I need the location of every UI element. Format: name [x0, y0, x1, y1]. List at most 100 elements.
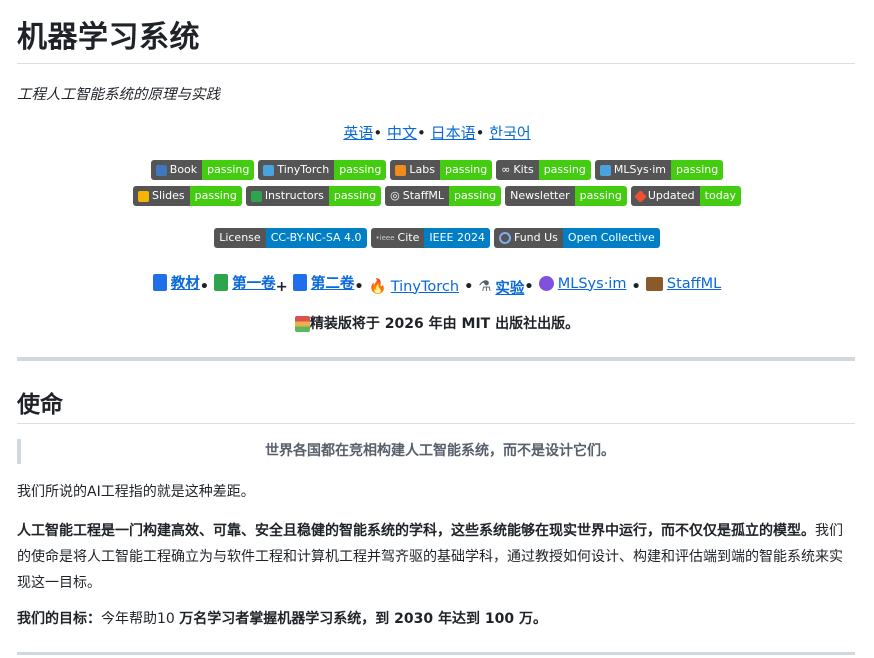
nav-separator: •	[524, 279, 534, 295]
badge-value: passing	[189, 186, 242, 206]
badge-row-status: Book passing TinyTorch passing Labs passing…	[0, 160, 874, 180]
title-divider	[17, 63, 855, 64]
lang-link-english[interactable]: 英语	[343, 124, 373, 142]
nav-link[interactable]: MLSys·im	[558, 276, 627, 292]
book-icon	[155, 164, 167, 176]
nav-link[interactable]: TinyTorch	[391, 279, 459, 295]
badge-slides[interactable]: Slides passing	[133, 186, 242, 206]
badge-tinytorch[interactable]: TinyTorch passing	[258, 160, 387, 180]
crystal-ball-icon	[538, 276, 554, 291]
badge-license[interactable]: License CC-BY-NC-SA 4.0	[214, 228, 367, 248]
badge-value: IEEE 2024	[424, 228, 490, 248]
nav-item-volume-1[interactable]: 第一卷	[214, 272, 276, 293]
badge-kits[interactable]: ∞ Kits passing	[496, 160, 591, 180]
target-icon: ◎	[390, 189, 400, 202]
badge-value: CC-BY-NC-SA 4.0	[265, 228, 367, 248]
badge-label: Updated	[647, 189, 695, 202]
heading-divider	[17, 423, 855, 424]
lang-separator: •	[475, 124, 485, 142]
nav-separator: •	[199, 279, 210, 295]
goal-emphasis: 万名学习者掌握机器学习系统	[179, 611, 362, 627]
publication-notice: 精装版将于 2026 年由 MIT 出版社出版。	[0, 313, 874, 333]
paragraph-gap: 我们所说的AI工程指的就是这种差距。	[17, 484, 255, 500]
nav-item-textbook[interactable]: 教材	[152, 272, 200, 293]
badge-newsletter[interactable]: Newsletter passing	[505, 186, 627, 206]
badge-value: passing	[439, 160, 493, 180]
goal-label: 我们的目标：	[17, 611, 101, 627]
nav-item-tinytorch[interactable]: 🔥 TinyTorch	[368, 278, 459, 296]
lang-link-chinese[interactable]: 中文	[387, 124, 417, 142]
lang-separator: •	[416, 124, 426, 142]
paragraph-mission: 人工智能工程是一门构建高效、可靠、安全且稳健的智能系统的学科，这些系统能够在现实…	[17, 518, 855, 596]
lang-link-korean[interactable]: 한국어	[489, 124, 530, 142]
git-icon	[633, 189, 647, 203]
nav-item-volume-2[interactable]: 第二卷	[292, 272, 355, 293]
nav-separator: +	[275, 279, 288, 295]
nav-item-staffml[interactable]: StaffML	[645, 276, 721, 292]
books-icon	[294, 316, 310, 332]
section-divider-bottom	[17, 652, 855, 655]
subtitle: 工程人工智能系统的原理与实践	[17, 87, 220, 103]
opencollective-icon	[498, 232, 511, 244]
badge-label: Labs	[409, 163, 435, 176]
nav-separator: •	[631, 279, 641, 295]
goal-emphasis: 100 万	[484, 611, 533, 627]
blue-book-icon	[152, 274, 167, 291]
badge-value: passing	[328, 186, 382, 206]
lang-link-japanese[interactable]: 日本语	[431, 124, 476, 142]
badge-label: TinyTorch	[277, 163, 330, 176]
badge-fund[interactable]: Fund Us Open Collective	[493, 228, 660, 248]
nav-link[interactable]: 第二卷	[311, 272, 355, 293]
infinity-icon: ∞	[501, 163, 511, 176]
nav-separator: •	[464, 279, 474, 295]
badge-label: Kits	[513, 163, 534, 176]
flame-icon: 🔥	[368, 279, 387, 295]
lang-separator: •	[373, 124, 383, 142]
page-title: 机器学习系统	[17, 20, 200, 55]
badge-label: StaffML	[402, 189, 444, 202]
nav-item-labs[interactable]: ⚗ 实验	[478, 277, 524, 298]
badge-label: MLSys·im	[613, 163, 667, 176]
section-divider	[17, 357, 855, 361]
badge-labs[interactable]: Labs passing	[390, 160, 493, 180]
badge-value: passing	[334, 160, 387, 180]
badge-value: Open Collective	[562, 228, 660, 248]
goal-text: ，到 2030 年达到	[361, 611, 485, 627]
blue-book-icon	[292, 274, 307, 291]
badge-label: Cite	[397, 231, 420, 244]
nav-link[interactable]: StaffML	[667, 276, 721, 292]
badge-staffml[interactable]: ◎ StaffML passing	[385, 186, 502, 206]
nav-item-mlsysim[interactable]: MLSys·im	[538, 276, 627, 292]
badge-updated[interactable]: Updated today	[630, 186, 741, 206]
mission-heading: 使命	[17, 392, 63, 418]
microscope-icon: ⚗	[478, 279, 492, 295]
badge-value: passing	[448, 186, 502, 206]
slides-icon	[138, 190, 150, 202]
mission-quote: 世界各国都在竞相构建人工智能系统，而不是设计它们。	[17, 439, 859, 464]
badge-book[interactable]: Book passing	[150, 160, 255, 180]
badge-cite[interactable]: •ieee Cite IEEE 2024	[370, 228, 490, 248]
badge-label: Slides	[152, 189, 185, 202]
badge-value: passing	[671, 160, 724, 180]
badge-value: passing	[574, 186, 627, 206]
ieee-icon: •ieee	[375, 234, 395, 242]
badge-label: Instructors	[264, 189, 324, 202]
torch-icon	[263, 164, 275, 176]
briefcase-icon	[645, 277, 663, 291]
goal-text: 。	[532, 611, 547, 627]
bracket-icon	[395, 164, 407, 176]
nav-separator: •	[354, 279, 364, 295]
nav-link[interactable]: 教材	[171, 272, 200, 293]
badge-mlsysim[interactable]: MLSys·im passing	[594, 160, 724, 180]
badge-row-meta: License CC-BY-NC-SA 4.0 •ieee Cite IEEE 202…	[0, 228, 874, 248]
badge-row-resources: Slides passing Instructors passing ◎ StaffM…	[0, 186, 874, 206]
badge-value: passing	[538, 160, 591, 180]
badge-label: Book	[169, 163, 198, 176]
badge-instructors[interactable]: Instructors passing	[245, 186, 382, 206]
book-nav: 教材 • 第一卷 + 第二卷 • 🔥 TinyTorch • ⚗ 实验 • MLSys·im…	[0, 272, 874, 298]
paragraph-goal: 我们的目标：今年帮助10 万名学习者掌握机器学习系统，到 2030 年达到 10…	[17, 606, 855, 632]
nav-link[interactable]: 第一卷	[232, 272, 276, 293]
nav-link[interactable]: 实验	[495, 277, 524, 298]
badge-value: today	[699, 186, 741, 206]
notice-text: 精装版将于 2026 年由 MIT 出版社出版。	[309, 316, 580, 332]
